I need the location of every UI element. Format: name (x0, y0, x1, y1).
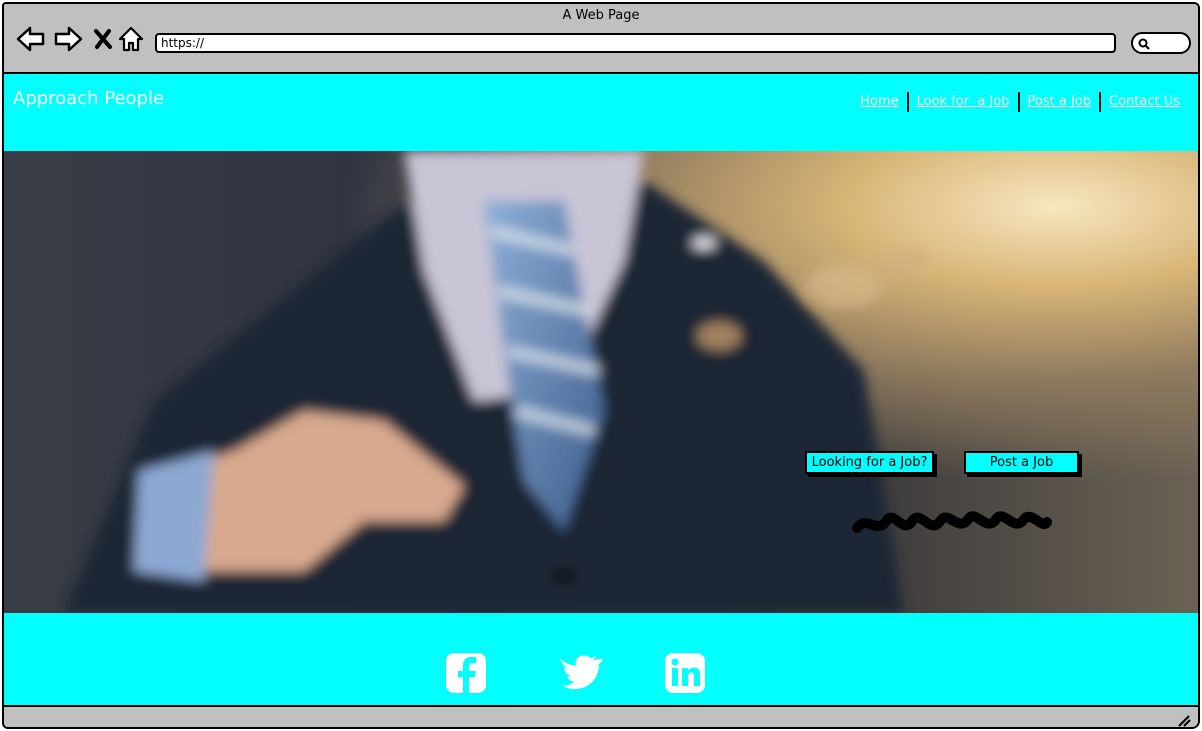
address-bar[interactable]: https:// (155, 33, 1116, 53)
site-footer (4, 613, 1198, 705)
browser-titlebar: A Web Page https:// (4, 4, 1198, 74)
twitter-icon[interactable] (559, 651, 603, 695)
browser-search-field[interactable] (1131, 32, 1191, 54)
resize-handle-icon[interactable] (1176, 713, 1192, 727)
nav-home-link[interactable]: Home (852, 93, 906, 111)
site-header: Approach People Home Look for a Job Post… (4, 74, 1198, 151)
facebook-icon[interactable] (444, 651, 488, 695)
nav-post-job-link[interactable]: Post a Job (1020, 93, 1099, 111)
hero-banner: Looking for a Job? Post a Job (4, 151, 1198, 613)
close-icon[interactable] (88, 24, 118, 54)
scribbled-heading (852, 511, 1052, 533)
search-icon (1138, 38, 1150, 50)
linkedin-icon[interactable] (663, 651, 707, 695)
window-title: A Web Page (562, 8, 640, 23)
home-icon[interactable] (116, 24, 146, 54)
browser-window: A Web Page https:// Approach People Home… (2, 2, 1200, 729)
site-brand[interactable]: Approach People (13, 88, 164, 109)
hero-photo (64, 151, 928, 613)
browser-statusbar (4, 705, 1198, 727)
site-nav: Home Look for a Job Post a Job Contact U… (852, 92, 1188, 112)
back-arrow-icon[interactable] (16, 24, 46, 54)
looking-for-job-button[interactable]: Looking for a Job? (805, 451, 934, 474)
nav-contact-link[interactable]: Contact Us (1101, 93, 1188, 111)
forward-arrow-icon[interactable] (53, 24, 83, 54)
nav-look-for-job-link[interactable]: Look for a Job (909, 93, 1018, 111)
post-job-button[interactable]: Post a Job (964, 451, 1079, 474)
